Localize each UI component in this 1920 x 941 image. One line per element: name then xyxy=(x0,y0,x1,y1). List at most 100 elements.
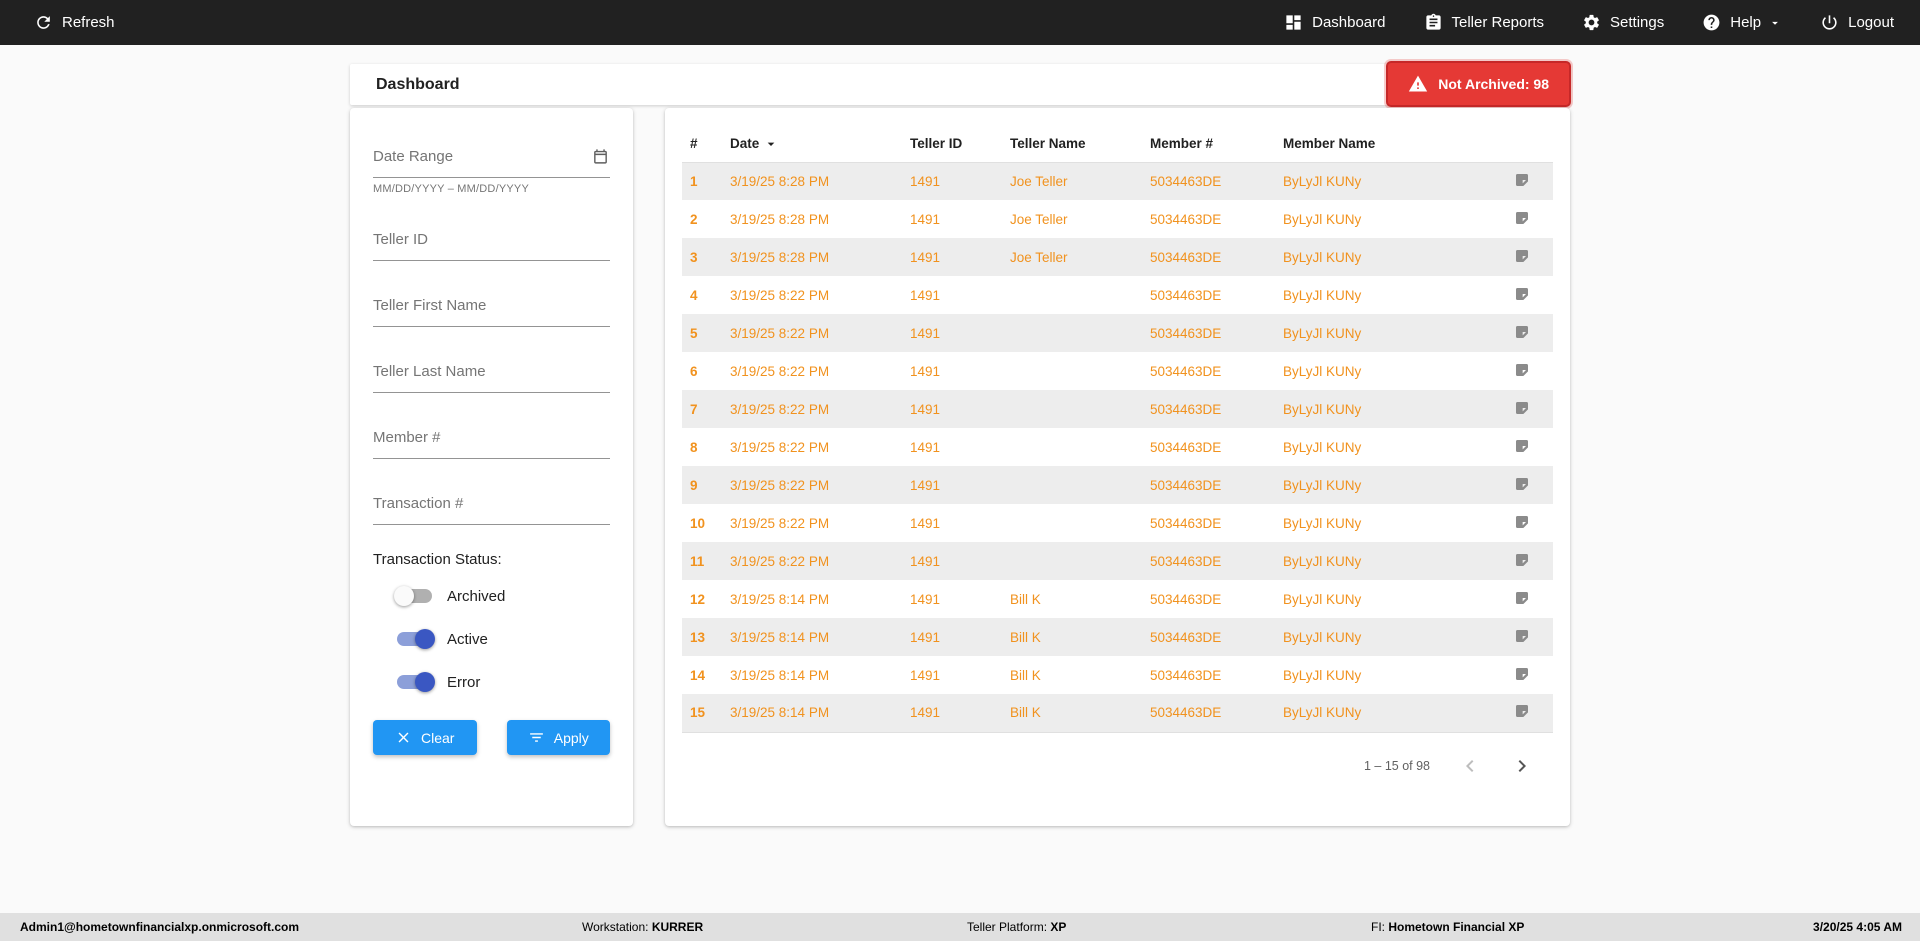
nav-help-label: Help xyxy=(1730,14,1762,31)
table-row[interactable]: 9 3/19/25 8:22 PM 1491 5034463DE ByLyJl … xyxy=(682,466,1553,504)
nav-right-group: Dashboard Teller Reports Settings Help L… xyxy=(1284,13,1894,32)
calendar-icon[interactable] xyxy=(592,148,609,165)
table-row[interactable]: 6 3/19/25 8:22 PM 1491 5034463DE ByLyJl … xyxy=(682,352,1553,390)
table-row[interactable]: 1 3/19/25 8:28 PM 1491 Joe Teller 503446… xyxy=(682,162,1553,200)
pagination-range: 1 – 15 of 98 xyxy=(1363,759,1430,773)
cell-date: 3/19/25 8:14 PM xyxy=(730,591,830,607)
cell-teller-name xyxy=(1002,352,1142,390)
table-row[interactable]: 12 3/19/25 8:14 PM 1491 Bill K 5034463DE… xyxy=(682,580,1553,618)
cell-note xyxy=(1490,352,1553,390)
cell-date: 3/19/25 8:14 PM xyxy=(722,618,902,656)
prev-page-button[interactable] xyxy=(1458,754,1482,778)
refresh-button[interactable]: Refresh xyxy=(34,13,115,32)
filter-input[interactable] xyxy=(373,485,610,525)
table-row[interactable]: 10 3/19/25 8:22 PM 1491 5034463DE ByLyJl… xyxy=(682,504,1553,542)
cell-member-num: 5034463DE xyxy=(1142,162,1275,200)
table-row[interactable]: 4 3/19/25 8:22 PM 1491 5034463DE ByLyJl … xyxy=(682,276,1553,314)
pagination: 1 – 15 of 98 xyxy=(1364,754,1534,778)
nav-teller-reports[interactable]: Teller Reports xyxy=(1424,13,1544,32)
note-icon[interactable] xyxy=(1514,628,1530,644)
note-icon[interactable] xyxy=(1514,438,1530,454)
nav-logout-label: Logout xyxy=(1848,14,1894,31)
note-icon[interactable] xyxy=(1514,324,1530,340)
note-icon[interactable] xyxy=(1514,400,1530,416)
toggle-switch[interactable] xyxy=(397,629,435,649)
cell-member-num: 5034463DE xyxy=(1142,390,1275,428)
cell-num: 3 xyxy=(682,238,722,276)
cell-teller-name xyxy=(1002,390,1142,428)
cell-teller-name: Bill K xyxy=(1002,694,1142,733)
cell-num: 9 xyxy=(682,466,722,504)
filter-input[interactable] xyxy=(373,419,610,459)
nav-dashboard[interactable]: Dashboard xyxy=(1284,13,1386,32)
note-icon[interactable] xyxy=(1514,590,1530,606)
cell-teller-name xyxy=(1002,428,1142,466)
table-row[interactable]: 2 3/19/25 8:28 PM 1491 Joe Teller 503446… xyxy=(682,200,1553,238)
filter-input[interactable] xyxy=(373,287,610,327)
note-icon[interactable] xyxy=(1514,514,1530,530)
nav-logout[interactable]: Logout xyxy=(1820,13,1894,32)
status-toggle-row[interactable]: Archived xyxy=(394,584,610,608)
table-row[interactable]: 5 3/19/25 8:22 PM 1491 5034463DE ByLyJl … xyxy=(682,314,1553,352)
clear-button[interactable]: Clear xyxy=(373,720,477,755)
toggle-label: Archived xyxy=(447,587,506,605)
cell-note xyxy=(1490,428,1553,466)
cell-teller-name: Joe Teller xyxy=(1002,162,1142,200)
next-page-button[interactable] xyxy=(1510,754,1534,778)
table-row[interactable]: 11 3/19/25 8:22 PM 1491 5034463DE ByLyJl… xyxy=(682,542,1553,580)
power-icon xyxy=(1822,15,1837,30)
table-row[interactable]: 13 3/19/25 8:14 PM 1491 Bill K 5034463DE… xyxy=(682,618,1553,656)
cell-num: 8 xyxy=(690,439,698,455)
table-row[interactable]: 15 3/19/25 8:14 PM 1491 Bill K 5034463DE… xyxy=(682,694,1553,733)
apply-button[interactable]: Apply xyxy=(506,720,610,755)
not-archived-badge[interactable]: Not Archived: 98 xyxy=(1386,61,1571,107)
status-toggle-row[interactable]: Active xyxy=(397,627,610,651)
cell-note xyxy=(1490,504,1553,542)
filter-field xyxy=(373,353,610,393)
note-icon[interactable] xyxy=(1514,286,1530,302)
table-row[interactable]: 8 3/19/25 8:22 PM 1491 5034463DE ByLyJl … xyxy=(682,428,1553,466)
note-icon[interactable] xyxy=(1514,703,1530,719)
col-header-date[interactable]: Date xyxy=(722,126,902,163)
cell-member-name: ByLyJl KUNy xyxy=(1275,694,1490,733)
filter-fields: MM/DD/YYYY – MM/DD/YYYY xyxy=(373,138,610,525)
cell-num: 11 xyxy=(682,542,722,580)
toggle-switch[interactable] xyxy=(397,672,435,692)
note-icon[interactable] xyxy=(1514,552,1530,568)
filter-input[interactable] xyxy=(373,138,610,178)
table-row[interactable]: 3 3/19/25 8:28 PM 1491 Joe Teller 503446… xyxy=(682,238,1553,276)
note-icon[interactable] xyxy=(1514,666,1530,682)
table-row[interactable]: 14 3/19/25 8:14 PM 1491 Bill K 5034463DE… xyxy=(682,656,1553,694)
cell-note xyxy=(1490,618,1553,656)
cell-note xyxy=(1490,542,1553,580)
cell-date: 3/19/25 8:22 PM xyxy=(722,542,902,580)
current-datetime: 3/20/25 4:05 AM xyxy=(1813,920,1902,934)
nav-settings[interactable]: Settings xyxy=(1582,13,1664,32)
platform-info: Teller Platform: XP xyxy=(967,913,1066,941)
note-icon[interactable] xyxy=(1514,172,1530,188)
toggle-list: Archived Active Error xyxy=(373,584,610,694)
cell-teller-id: 1491 xyxy=(902,618,1002,656)
toggle-thumb xyxy=(394,586,414,606)
chevron-right-icon xyxy=(1518,760,1526,772)
cell-teller-id: 1491 xyxy=(902,314,1002,352)
table-row[interactable]: 7 3/19/25 8:22 PM 1491 5034463DE ByLyJl … xyxy=(682,390,1553,428)
cell-teller-name: Bill K xyxy=(1010,667,1041,683)
status-toggle-row[interactable]: Error xyxy=(397,670,610,694)
nav-help[interactable]: Help xyxy=(1702,13,1782,32)
filter-input[interactable] xyxy=(373,221,610,261)
toggle-switch[interactable] xyxy=(394,586,432,606)
cell-member-num: 5034463DE xyxy=(1150,363,1222,379)
cell-teller-name xyxy=(1002,314,1142,352)
note-icon[interactable] xyxy=(1514,362,1530,378)
filter-actions: Clear Apply xyxy=(373,720,610,755)
note-icon[interactable] xyxy=(1514,476,1530,492)
note-icon[interactable] xyxy=(1514,210,1530,226)
help-icon xyxy=(1703,14,1720,31)
cell-member-num: 5034463DE xyxy=(1142,314,1275,352)
note-icon[interactable] xyxy=(1514,248,1530,264)
filter-input[interactable] xyxy=(373,353,610,393)
cell-teller-id: 1491 xyxy=(902,694,1002,733)
cell-note xyxy=(1490,656,1553,694)
workstation-info: Workstation: KURRER xyxy=(582,913,703,941)
